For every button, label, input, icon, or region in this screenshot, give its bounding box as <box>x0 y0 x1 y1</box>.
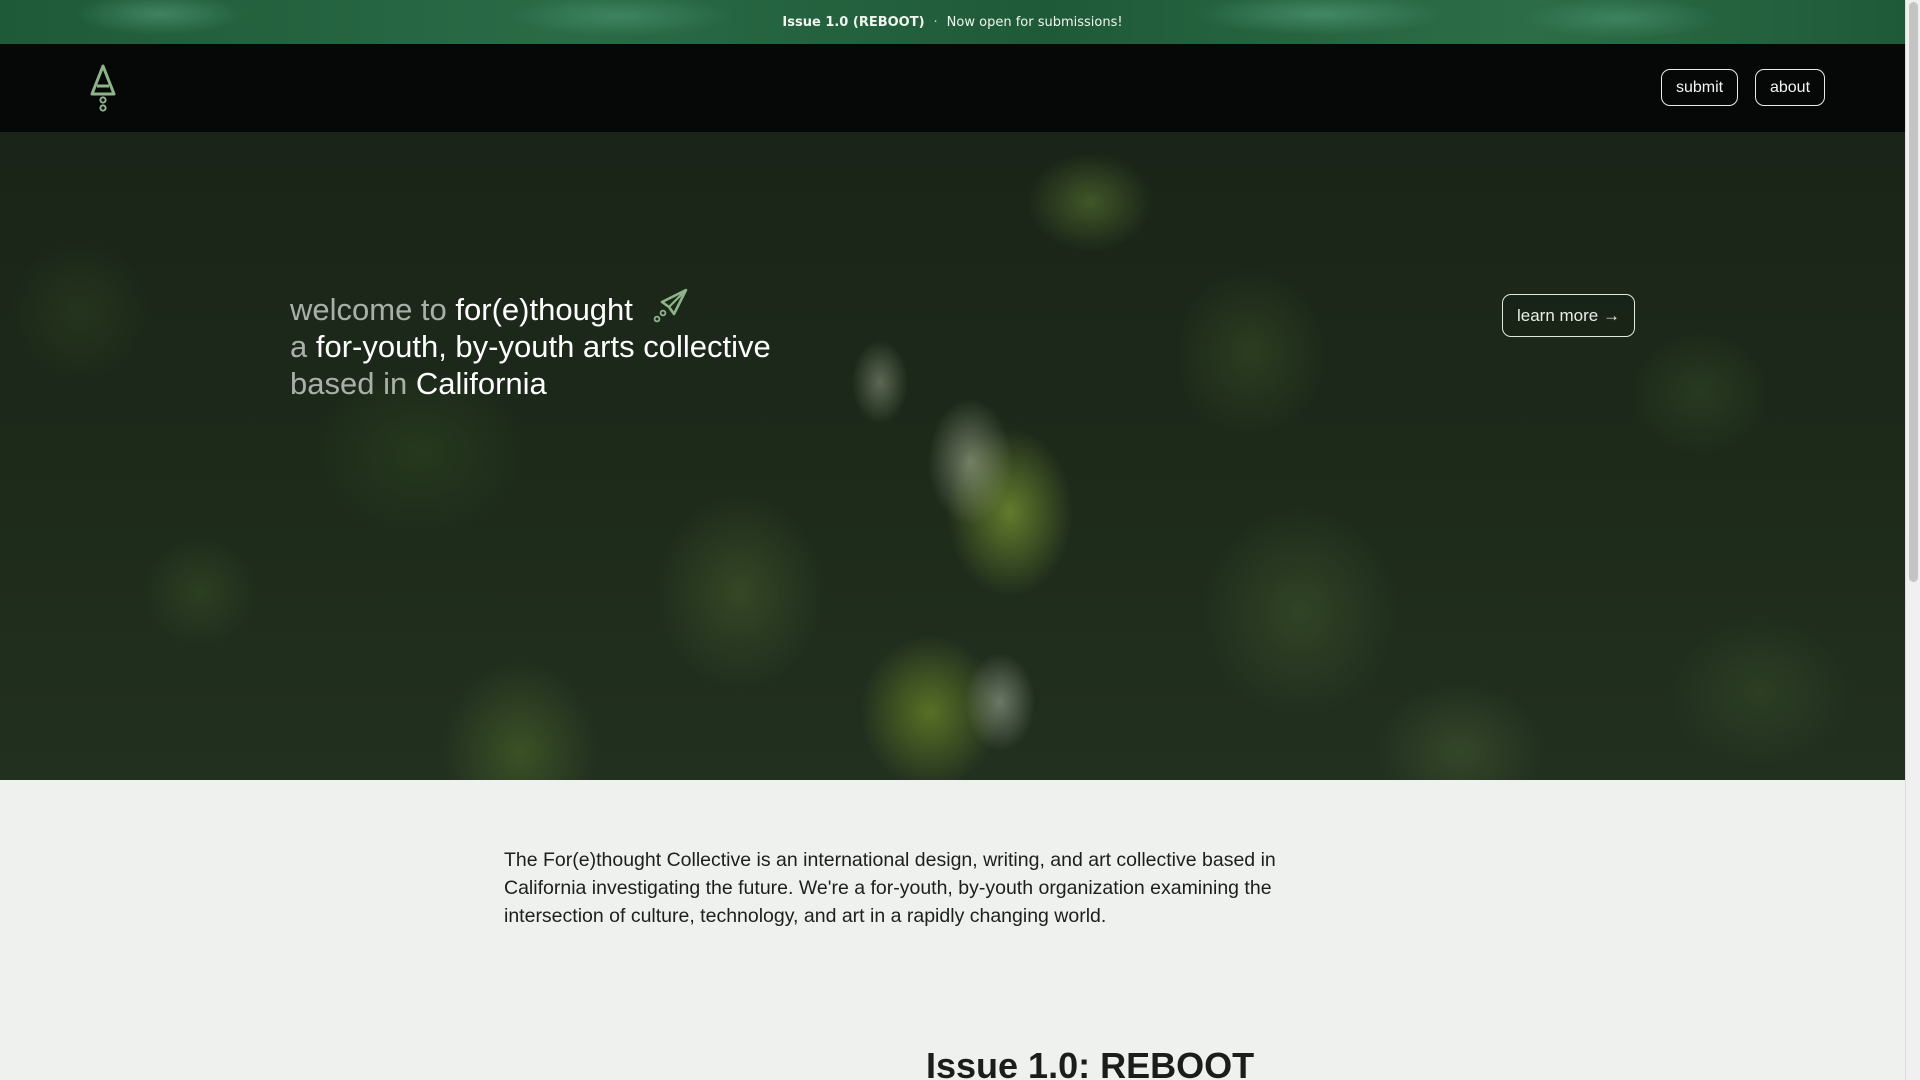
site-header: submit about <box>0 44 1905 132</box>
announcement-message: Now open for submissions! <box>946 14 1123 30</box>
about-button[interactable]: about <box>1755 69 1825 106</box>
submit-button[interactable]: submit <box>1661 69 1738 106</box>
hero-location: California <box>415 366 547 401</box>
announcement-issue: Issue 1.0 (REBOOT) <box>782 14 925 30</box>
issue-heading: Issue 1.0: REBOOT <box>926 1045 1255 1080</box>
scrollbar-thumb[interactable] <box>1909 2 1918 582</box>
page-scrollbar[interactable] <box>1905 0 1920 1080</box>
hero-section: welcome to for(e)thought a for-youth, by… <box>0 132 1905 780</box>
page: Issue 1.0 (REBOOT) · Now open for submis… <box>0 0 1905 1080</box>
hero-line-2: a for-youth, by-youth arts collective <box>290 328 771 365</box>
about-paragraph: The For(e)thought Collective is an inter… <box>504 849 1276 927</box>
hero-line-1: welcome to for(e)thought <box>290 286 771 328</box>
announcement-bar[interactable]: Issue 1.0 (REBOOT) · Now open for submis… <box>0 0 1905 44</box>
hero-line-2-muted: a <box>290 329 316 364</box>
hero-line-1-muted: welcome to <box>290 292 456 327</box>
hero-line-3-muted: based in <box>290 366 416 401</box>
hero-collective-description: for-youth, by-youth arts collective <box>315 329 771 364</box>
hero-tagline: welcome to for(e)thought a for-youth, by… <box>290 286 771 402</box>
learn-more-button[interactable]: learn more → <box>1502 294 1635 337</box>
rocket-icon <box>653 288 687 323</box>
hero-brand-name: for(e)thought <box>455 292 633 327</box>
rocket-a-logo-icon[interactable] <box>88 64 118 112</box>
hero-line-3: based in California <box>290 365 771 402</box>
announcement-separator: · <box>933 14 938 30</box>
